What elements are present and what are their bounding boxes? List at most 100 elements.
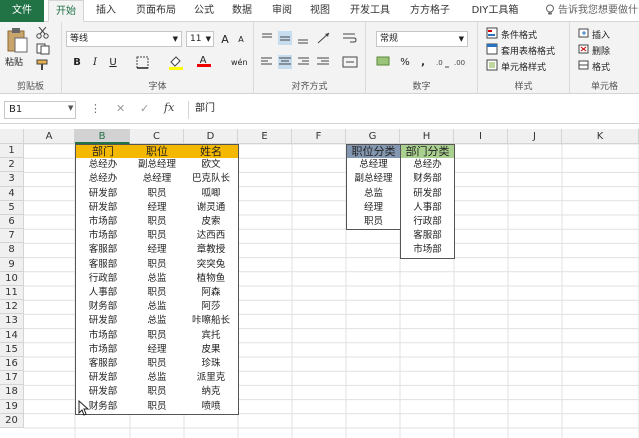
row-header-19[interactable]: 19 xyxy=(0,399,24,414)
table-cell[interactable]: 职员 xyxy=(130,286,185,302)
row-header-10[interactable]: 10 xyxy=(0,271,24,286)
table-cell[interactable]: 皮索 xyxy=(184,215,239,231)
percent-button[interactable]: % xyxy=(398,55,412,69)
position-list-item[interactable]: 经理 xyxy=(346,200,401,216)
table-cell[interactable]: 客服部 xyxy=(75,257,131,273)
column-header-f[interactable]: F xyxy=(292,129,346,144)
shrink-font-button[interactable]: A xyxy=(234,32,248,46)
table-cell[interactable]: 总经办 xyxy=(75,158,131,174)
row-header-16[interactable]: 16 xyxy=(0,357,24,372)
table-cell[interactable]: 职员 xyxy=(130,328,185,344)
merge-center-icon[interactable] xyxy=(342,55,358,69)
table-cell[interactable]: 巴克队长 xyxy=(184,172,239,188)
column-header-g[interactable]: G xyxy=(346,129,400,144)
name-box[interactable]: B1 xyxy=(4,101,76,119)
format-cells-button[interactable]: 格式 xyxy=(592,60,610,73)
table-cell[interactable]: 阿莎 xyxy=(184,300,239,316)
table-cell[interactable]: 阿森 xyxy=(184,286,239,302)
table-cell[interactable]: 经理 xyxy=(130,342,185,358)
column-header-e[interactable]: E xyxy=(238,129,292,144)
table-cell[interactable]: 达西西 xyxy=(184,229,239,245)
row-header-5[interactable]: 5 xyxy=(0,200,24,215)
fill-color-icon[interactable] xyxy=(168,54,184,70)
italic-button[interactable]: I xyxy=(88,55,102,69)
row-header-6[interactable]: 6 xyxy=(0,215,24,230)
enter-icon[interactable]: ✓ xyxy=(140,102,149,115)
cut-icon[interactable] xyxy=(36,27,50,39)
delete-cells-button[interactable]: 删除 xyxy=(592,44,610,57)
accounting-format-icon[interactable] xyxy=(376,55,392,69)
table-cell[interactable]: 皮果 xyxy=(184,342,239,358)
table-cell[interactable]: 市场部 xyxy=(75,229,131,245)
align-bottom-icon[interactable] xyxy=(296,31,310,45)
tab-review[interactable]: 审阅 xyxy=(264,0,300,22)
font-size-select[interactable]: 11 ▼ xyxy=(186,31,214,47)
dept-list-item[interactable]: 财务部 xyxy=(400,172,455,188)
bold-button[interactable]: B xyxy=(70,55,84,69)
table-cell[interactable]: 总经理 xyxy=(130,172,185,188)
table-cell[interactable]: 职员 xyxy=(130,186,185,202)
table-header-cell[interactable]: 部门 xyxy=(75,144,131,160)
table-cell[interactable]: 宾托 xyxy=(184,328,239,344)
column-header-j[interactable]: J xyxy=(508,129,562,144)
table-cell[interactable]: 研发部 xyxy=(75,314,131,330)
insert-function-icon[interactable]: fx xyxy=(164,101,174,114)
formula-input[interactable]: 部门 xyxy=(188,101,639,119)
table-cell[interactable]: 研发部 xyxy=(75,186,131,202)
decrease-decimal-icon[interactable]: .00 xyxy=(454,55,468,69)
column-header-c[interactable]: C xyxy=(130,129,184,144)
table-cell[interactable]: 职员 xyxy=(130,399,185,415)
format-painter-icon[interactable] xyxy=(36,59,50,71)
table-cell[interactable]: 客服部 xyxy=(75,357,131,373)
table-cell[interactable]: 职员 xyxy=(130,257,185,273)
row-header-1[interactable]: 1 xyxy=(0,144,24,159)
conditional-format-button[interactable]: 条件格式 xyxy=(501,28,537,41)
wrap-text-icon[interactable] xyxy=(342,31,358,45)
tab-diy-toolbox[interactable]: DIY工具箱 xyxy=(462,0,528,22)
table-header-cell[interactable]: 职位 xyxy=(130,144,185,160)
table-cell[interactable]: 植物鱼 xyxy=(184,271,239,287)
table-cell[interactable]: 职员 xyxy=(130,229,185,245)
table-cell[interactable]: 市场部 xyxy=(75,342,131,358)
table-cell[interactable]: 纳克 xyxy=(184,385,239,401)
table-cell[interactable]: 行政部 xyxy=(75,271,131,287)
align-right-icon[interactable] xyxy=(296,55,310,69)
position-list-item[interactable]: 总经理 xyxy=(346,158,401,174)
select-all-corner[interactable] xyxy=(0,129,24,144)
table-cell[interactable]: 总经办 xyxy=(75,172,131,188)
table-header-cell[interactable]: 姓名 xyxy=(184,144,239,160)
tab-fangfang[interactable]: 方方格子 xyxy=(402,0,458,22)
table-cell[interactable]: 市场部 xyxy=(75,328,131,344)
table-cell[interactable]: 谢灵通 xyxy=(184,200,239,216)
column-header-i[interactable]: I xyxy=(454,129,508,144)
paste-button[interactable] xyxy=(6,27,28,56)
phonetic-button[interactable]: wén xyxy=(230,55,248,69)
dept-list-item[interactable]: 行政部 xyxy=(400,215,455,231)
table-cell[interactable]: 市场部 xyxy=(75,215,131,231)
chevron-down-icon[interactable]: ▼ xyxy=(68,104,73,112)
align-left-icon[interactable] xyxy=(260,55,274,69)
column-header-b[interactable]: B xyxy=(75,129,130,144)
table-cell[interactable]: 财务部 xyxy=(75,300,131,316)
insert-cells-button[interactable]: 插入 xyxy=(592,28,610,41)
table-cell[interactable]: 人事部 xyxy=(75,286,131,302)
dept-list-item[interactable]: 市场部 xyxy=(400,243,455,259)
table-cell[interactable]: 经理 xyxy=(130,200,185,216)
column-header-h[interactable]: H xyxy=(400,129,454,144)
table-cell[interactable]: 突突兔 xyxy=(184,257,239,273)
table-cell[interactable]: 呱唧 xyxy=(184,186,239,202)
borders-icon[interactable] xyxy=(136,56,152,69)
table-cell[interactable]: 总监 xyxy=(130,314,185,330)
table-cell[interactable]: 喷喷 xyxy=(184,399,239,415)
column-header-k[interactable]: K xyxy=(562,129,639,144)
table-cell[interactable]: 总监 xyxy=(130,371,185,387)
increase-decimal-icon[interactable]: .0 xyxy=(436,55,450,69)
comma-button[interactable]: , xyxy=(416,55,430,69)
row-header-2[interactable]: 2 xyxy=(0,158,24,173)
dept-list-item[interactable]: 人事部 xyxy=(400,200,455,216)
table-cell[interactable]: 总监 xyxy=(130,300,185,316)
cancel-icon[interactable]: ✕ xyxy=(116,102,125,115)
row-header-3[interactable]: 3 xyxy=(0,172,24,187)
align-top-icon[interactable] xyxy=(260,31,274,45)
row-header-18[interactable]: 18 xyxy=(0,385,24,400)
